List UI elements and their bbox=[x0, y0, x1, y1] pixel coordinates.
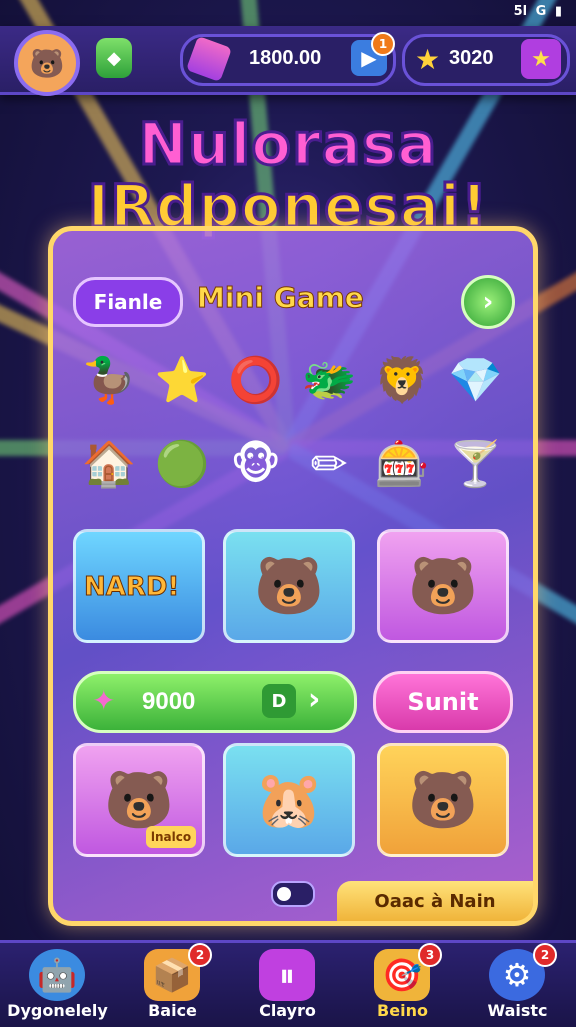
pill-go-button[interactable]: D bbox=[262, 684, 296, 718]
game-card-purple-bear[interactable]: 🐻 bbox=[377, 529, 509, 643]
main-panel: Fianle Mini Game › 🦆 ⭐ ⭕ 🐲 🦁 💎 🏠 🟢 🐵 ✏ 🎰… bbox=[48, 226, 538, 926]
footer-tag[interactable]: Oaac à Nain bbox=[337, 881, 533, 921]
bottom-nav: 🤖 Dygonelely 📦 Baice 2 ⏸ Clayro 🎯 Beino … bbox=[0, 940, 576, 1027]
star-plus-icon: ★ bbox=[531, 46, 551, 72]
lion-icon[interactable]: 🦁 bbox=[370, 347, 434, 413]
pink-gem-icon bbox=[185, 35, 233, 83]
submit-button[interactable]: Sunit bbox=[373, 671, 513, 733]
yellow-bear-icon: 🐻 bbox=[408, 768, 478, 833]
nav-item-5[interactable]: ⚙ Waistc 2 bbox=[460, 943, 575, 1027]
cup-icon[interactable]: 🍸 bbox=[444, 431, 508, 497]
ring-icon[interactable]: ⭕ bbox=[224, 347, 288, 413]
reward-amount: 9000 bbox=[142, 688, 196, 715]
gem-button[interactable]: ◆ bbox=[96, 38, 132, 78]
pencil-icon[interactable]: ✏ bbox=[297, 431, 361, 497]
mini-game-grid: 🦆 ⭐ ⭕ 🐲 🦁 💎 🏠 🟢 🐵 ✏ 🎰 🍸 bbox=[77, 347, 517, 497]
game-card-chef-bear[interactable]: 🐹 bbox=[223, 743, 355, 857]
monster-icon[interactable]: 🐵 bbox=[224, 431, 288, 497]
nav-badge: 2 bbox=[188, 943, 212, 967]
chef-bear-icon: 🐹 bbox=[254, 768, 324, 833]
purple-bear-icon: 🐻 bbox=[408, 554, 478, 619]
nav-item-2[interactable]: 📦 Baice 2 bbox=[115, 943, 230, 1027]
brown-bear-icon: 🐻 bbox=[104, 768, 174, 833]
nav-label: Waistc bbox=[487, 1001, 548, 1020]
signal-icon: 5l bbox=[513, 4, 528, 19]
wifi-icon: G bbox=[535, 4, 547, 19]
currency-stars-value: 3020 bbox=[449, 47, 494, 69]
top-bar: 🐻 ◆ 1800.00 ▶ 1 ★ 3020 ★ bbox=[0, 26, 576, 96]
filter-chip[interactable]: Fianle bbox=[73, 277, 183, 327]
notification-badge: 1 bbox=[371, 32, 395, 56]
nav-item-3[interactable]: ⏸ Clayro bbox=[230, 943, 345, 1027]
game-title-line1: Nulorasa bbox=[137, 109, 438, 180]
game-card-hard[interactable]: NARD! bbox=[73, 529, 205, 643]
nav-label: Beino bbox=[377, 1001, 428, 1020]
add-stars-button[interactable]: ★ bbox=[521, 39, 561, 79]
currency-gems-value: 1800.00 bbox=[249, 47, 322, 69]
nav-label: Baice bbox=[148, 1001, 197, 1020]
currency-stars: ★ 3020 ★ bbox=[402, 34, 570, 86]
nav-badge: 2 bbox=[533, 943, 557, 967]
machine-icon[interactable]: 🎰 bbox=[370, 431, 434, 497]
currency-gems: 1800.00 ▶ 1 bbox=[180, 32, 396, 86]
bear-icon: 🐻 bbox=[254, 554, 324, 619]
page-toggle[interactable] bbox=[271, 881, 315, 907]
game-card-brown-bear[interactable]: 🐻 lnalco bbox=[73, 743, 205, 857]
house-icon[interactable]: 🏠 bbox=[77, 431, 141, 497]
star-icon: ★ bbox=[415, 43, 441, 76]
chevron-right-icon: › bbox=[482, 287, 494, 317]
green-gem-icon: ◆ bbox=[107, 47, 121, 69]
card-label: NARD! bbox=[83, 572, 180, 603]
add-gems-button[interactable]: ▶ 1 bbox=[351, 32, 395, 76]
nav-item-1[interactable]: 🤖 Dygonelely bbox=[0, 943, 115, 1027]
nav-label: Dygonelely bbox=[7, 1001, 108, 1020]
reward-pill[interactable]: ✦ 9000 D › bbox=[73, 671, 357, 733]
game-card-yellow-bear[interactable]: 🐻 bbox=[377, 743, 509, 857]
crystal-icon[interactable]: 💎 bbox=[444, 347, 508, 413]
nav-item-4[interactable]: 🎯 Beino 3 bbox=[345, 943, 460, 1027]
pause-icon: ⏸ bbox=[259, 949, 315, 1001]
robot-icon: 🤖 bbox=[29, 949, 85, 1001]
avatar[interactable]: 🐻 bbox=[14, 30, 80, 96]
star-wand-icon[interactable]: ⭐ bbox=[150, 347, 214, 413]
ring2-icon[interactable]: 🟢 bbox=[150, 431, 214, 497]
duck-icon[interactable]: 🦆 bbox=[77, 347, 141, 413]
battery-icon: ▮ bbox=[554, 4, 562, 19]
arrow-right-icon: › bbox=[308, 682, 321, 717]
card-tag: lnalco bbox=[146, 826, 196, 848]
nav-label: Clayro bbox=[259, 1001, 316, 1020]
next-button[interactable]: › bbox=[461, 275, 515, 329]
nav-badge: 3 bbox=[418, 943, 442, 967]
dragon-icon[interactable]: 🐲 bbox=[297, 347, 361, 413]
section-title: Mini Game bbox=[197, 281, 365, 315]
status-bar: 5l G ▮ bbox=[510, 4, 562, 19]
game-card-bear[interactable]: 🐻 bbox=[223, 529, 355, 643]
bear-face-icon: 🐻 bbox=[29, 46, 65, 80]
pink-star-icon: ✦ bbox=[92, 684, 116, 717]
